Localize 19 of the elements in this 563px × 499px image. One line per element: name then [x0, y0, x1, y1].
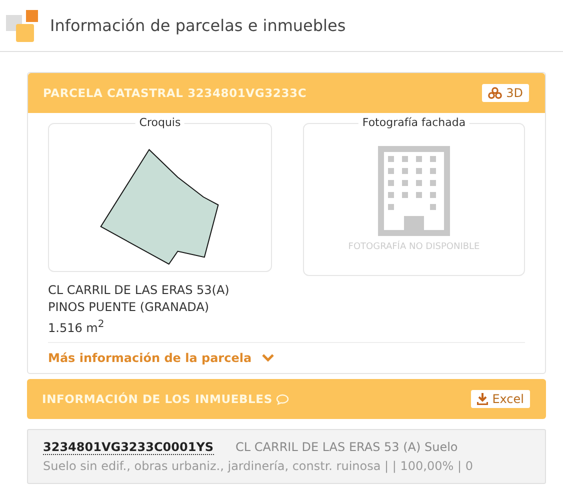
- property-address: CL CARRIL DE LAS ERAS 53 (A) Suelo: [236, 440, 458, 454]
- address-line: PINOS PUENTE (GRANADA): [48, 299, 210, 316]
- panel-title: PARCELA CATASTRAL 3234801VG3233C: [43, 86, 307, 100]
- chevron-icon[interactable]: [262, 354, 274, 362]
- address-line: 1.516 m$^{2}$: [48, 318, 106, 337]
- property-reference-link[interactable]: 3234801VG3233C0001YS: [43, 440, 214, 455]
- excel-button[interactable]: Excel: [471, 390, 530, 408]
- property-details: Suelo sin edif., obras urbaniz., jardinería, constr. ruinosa | | 100,00% | 0: [43, 459, 474, 473]
- 3d-button[interactable]: 3D: [482, 84, 529, 102]
- sketch-label: Croquis: [135, 116, 185, 129]
- panel-title: INFORMACIÓN DE LOS INMUEBLES: [42, 392, 272, 406]
- address-line: CL CARRIL DE LAS ERAS 53(A): [48, 282, 230, 299]
- building-icon: [378, 146, 450, 236]
- photo-label: Fotografía fachada: [358, 116, 470, 129]
- logo-icon: [6, 10, 38, 42]
- download-icon: [477, 393, 488, 405]
- comment-icon[interactable]: [276, 394, 290, 404]
- page-title: Información de parcelas e inmuebles: [50, 16, 346, 35]
- more-info-link[interactable]: Más información de la parcela: [48, 351, 252, 365]
